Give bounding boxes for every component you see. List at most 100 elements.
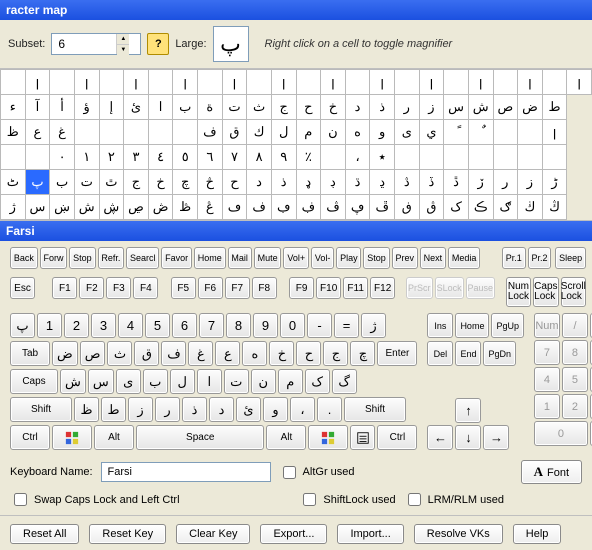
key-د[interactable]: د	[209, 397, 234, 422]
charmap-cell[interactable]: څ	[198, 170, 223, 195]
charmap-cell[interactable]: ן	[74, 70, 99, 95]
media-key[interactable]: Prev	[392, 247, 418, 269]
charmap-cell[interactable]	[518, 145, 543, 170]
charmap-cell[interactable]: ر	[493, 170, 518, 195]
charmap-cell[interactable]: ן	[518, 70, 543, 95]
key-پ[interactable]: پ	[10, 313, 35, 338]
key-گ[interactable]: گ	[332, 369, 357, 394]
charmap-cell[interactable]: ڎ	[395, 170, 420, 195]
charmap-cell[interactable]: ן	[567, 70, 592, 95]
shiftlock-check[interactable]: ShiftLock used	[299, 490, 395, 509]
shift-key[interactable]: Shift	[10, 397, 72, 422]
charmap-cell[interactable]	[296, 70, 321, 95]
key-چ[interactable]: چ	[350, 341, 375, 366]
action-button[interactable]: Resolve VKs	[414, 524, 503, 544]
key-،[interactable]: ،	[290, 397, 315, 422]
alt-key-right[interactable]: Alt	[266, 425, 306, 450]
key-ن[interactable]: ن	[251, 369, 276, 394]
key-ص[interactable]: ص	[80, 341, 106, 366]
charmap-cell[interactable]	[493, 70, 518, 95]
charmap-cell[interactable]: د	[345, 95, 370, 120]
action-button[interactable]: Help	[513, 524, 562, 544]
charmap-cell[interactable]: ئ	[124, 95, 149, 120]
charmap-cell[interactable]: ڝ	[124, 195, 149, 220]
charmap-cell[interactable]	[198, 70, 223, 95]
nav-key[interactable]: Del	[427, 341, 453, 366]
charmap-cell[interactable]: ٩	[271, 145, 296, 170]
charmap-cell[interactable]	[50, 70, 75, 95]
charmap-grid[interactable]: ןןןןןןןןןןןןءآأؤإئابةتثجحخدذرزسشصضطظعغفق…	[0, 69, 592, 220]
charmap-cell[interactable]: س	[25, 195, 50, 220]
action-button[interactable]: Reset All	[10, 524, 79, 544]
charmap-cell[interactable]: ډ	[296, 170, 321, 195]
charmap-cell[interactable]: ן	[124, 70, 149, 95]
charmap-cell[interactable]: ١	[74, 145, 99, 170]
charmap-cell[interactable]: ٦	[198, 145, 223, 170]
key-ج[interactable]: ج	[323, 341, 348, 366]
charmap-cell[interactable]	[493, 120, 518, 145]
charmap-cell[interactable]: ٥	[173, 145, 198, 170]
pr-key[interactable]: Pr.2	[528, 247, 552, 269]
key-9[interactable]: 9	[253, 313, 278, 338]
charmap-cell[interactable]	[247, 70, 272, 95]
ctrl-key[interactable]: Ctrl	[10, 425, 50, 450]
arrow-left[interactable]: ←	[427, 425, 453, 450]
charmap-cell[interactable]: ك	[247, 120, 272, 145]
charmap-cell[interactable]: ן	[468, 70, 493, 95]
media-key[interactable]: Refr.	[98, 247, 125, 269]
charmap-cell[interactable]: ڐ	[444, 170, 469, 195]
key-ح[interactable]: ح	[296, 341, 321, 366]
key-ث[interactable]: ث	[107, 341, 132, 366]
charmap-cell[interactable]: ى	[395, 120, 420, 145]
lrm-check[interactable]: LRM/RLM used	[404, 490, 504, 509]
charmap-cell[interactable]: آ	[25, 95, 50, 120]
media-key[interactable]: Media	[448, 247, 480, 269]
charmap-cell[interactable]	[419, 145, 444, 170]
charmap-cell[interactable]	[518, 120, 543, 145]
charmap-cell[interactable]	[395, 70, 420, 95]
charmap-cell[interactable]: ٨	[247, 145, 272, 170]
charmap-cell[interactable]	[395, 145, 420, 170]
key-ئ[interactable]: ئ	[236, 397, 261, 422]
font-button[interactable]: AFont	[521, 460, 582, 484]
charmap-cell[interactable]	[124, 120, 149, 145]
charmap-cell[interactable]: ڢ	[271, 195, 296, 220]
charmap-cell[interactable]: ز	[419, 95, 444, 120]
subset-down[interactable]: ▼	[117, 45, 129, 55]
subset-spinner[interactable]: ▲ ▼	[51, 33, 141, 55]
charmap-cell[interactable]: ه	[345, 120, 370, 145]
charmap-cell[interactable]: چ	[173, 170, 198, 195]
numpad-key[interactable]: 2	[562, 394, 588, 419]
media-key[interactable]: Play	[336, 247, 361, 269]
charmap-cell[interactable]	[444, 70, 469, 95]
charmap-cell[interactable]: ڊ	[321, 170, 346, 195]
charmap-cell[interactable]: ب	[173, 95, 198, 120]
charmap-cell[interactable]: ت	[74, 170, 99, 195]
numpad-key[interactable]: /	[562, 313, 588, 338]
charmap-cell[interactable]: ן	[271, 70, 296, 95]
charmap-cell[interactable]: ڡ	[222, 195, 247, 220]
subset-up[interactable]: ▲	[117, 34, 129, 45]
charmap-cell[interactable]: ص	[493, 95, 518, 120]
sys-key[interactable]: Pause	[466, 277, 495, 299]
key-6[interactable]: 6	[172, 313, 197, 338]
action-button[interactable]: Clear Key	[176, 524, 250, 544]
charmap-cell[interactable]: ک	[444, 195, 469, 220]
numpad-key[interactable]: 4	[534, 367, 560, 392]
key-ق[interactable]: ق	[134, 341, 159, 366]
charmap-cell[interactable]	[25, 145, 50, 170]
media-key[interactable]: Favor	[161, 247, 192, 269]
media-key[interactable]: Stop	[363, 247, 389, 269]
esc-key[interactable]: Esc	[10, 277, 35, 299]
key-ش[interactable]: ش	[60, 369, 86, 394]
charmap-cell[interactable]: ٢	[99, 145, 124, 170]
caps-key[interactable]: Caps	[10, 369, 58, 394]
key-3[interactable]: 3	[91, 313, 116, 338]
key-5[interactable]: 5	[145, 313, 170, 338]
win-key-right[interactable]	[308, 425, 348, 450]
subset-input[interactable]	[52, 34, 116, 54]
charmap-cell[interactable]: ڌ	[345, 170, 370, 195]
key-و[interactable]: و	[263, 397, 288, 422]
charmap-cell[interactable]: ٌ	[468, 120, 493, 145]
charmap-cell[interactable]: م	[296, 120, 321, 145]
